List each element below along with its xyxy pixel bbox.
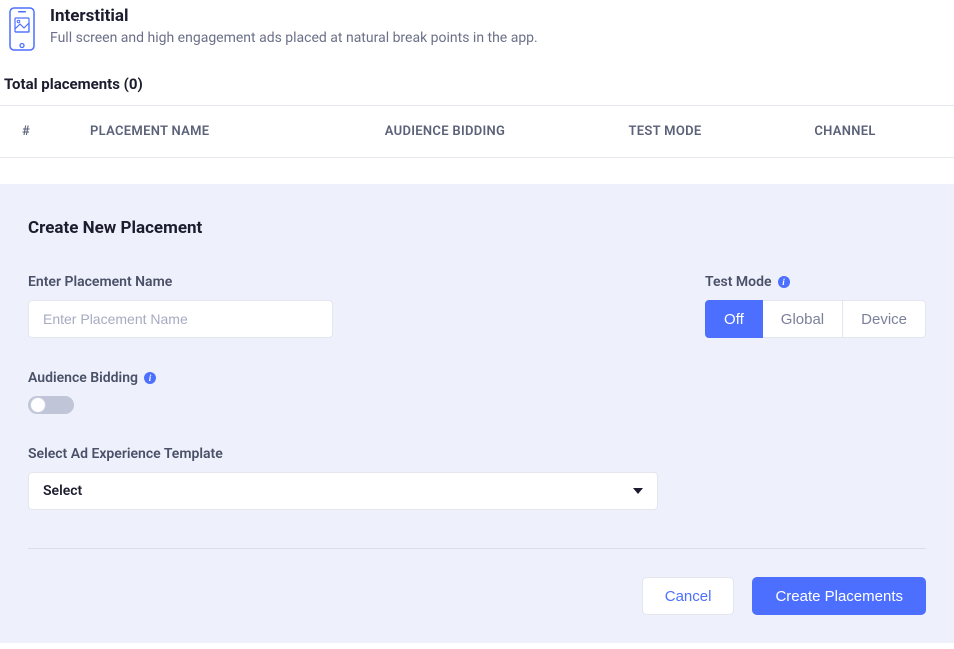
- table-header-row: # PLACEMENT NAME AUDIENCE BIDDING TEST M…: [0, 124, 954, 139]
- test-mode-field-group: Test Mode i Off Global Device: [705, 274, 926, 338]
- test-mode-label-row: Test Mode i: [705, 274, 789, 290]
- template-select[interactable]: Select: [28, 472, 658, 510]
- col-header-name: PLACEMENT NAME: [90, 124, 320, 139]
- audience-bidding-label-row: Audience Bidding i: [28, 370, 926, 386]
- col-header-test: TEST MODE: [570, 124, 760, 139]
- template-field-group: Select Ad Experience Template Select: [28, 446, 926, 510]
- test-mode-global-button[interactable]: Global: [763, 300, 843, 338]
- placements-table: # PLACEMENT NAME AUDIENCE BIDDING TEST M…: [0, 105, 954, 158]
- test-mode-off-button[interactable]: Off: [705, 300, 763, 338]
- total-placements-label: Total placements (0): [0, 51, 954, 105]
- info-icon[interactable]: i: [144, 372, 156, 384]
- audience-bidding-field-group: Audience Bidding i: [28, 370, 926, 414]
- test-mode-segmented-control: Off Global Device: [705, 300, 926, 338]
- page-subtitle: Full screen and high engagement ads plac…: [50, 30, 538, 46]
- audience-bidding-toggle[interactable]: [28, 396, 74, 414]
- form-title: Create New Placement: [28, 218, 926, 238]
- template-select-value: Select: [43, 483, 82, 499]
- test-mode-device-button[interactable]: Device: [843, 300, 926, 338]
- page-title: Interstitial: [50, 6, 538, 26]
- chevron-down-icon: [633, 488, 643, 494]
- toggle-knob: [30, 397, 46, 413]
- col-header-channel: CHANNEL: [760, 124, 930, 139]
- test-mode-label: Test Mode: [705, 274, 771, 290]
- col-header-num: #: [0, 124, 90, 139]
- title-block: Interstitial Full screen and high engage…: [50, 6, 538, 46]
- interstitial-icon: [8, 6, 36, 51]
- create-placement-form: Create New Placement Enter Placement Nam…: [0, 184, 954, 643]
- placement-name-label: Enter Placement Name: [28, 274, 333, 290]
- form-row-top: Enter Placement Name Test Mode i Off Glo…: [28, 274, 926, 338]
- audience-bidding-label: Audience Bidding: [28, 370, 138, 386]
- form-actions: Cancel Create Placements: [28, 577, 926, 615]
- placement-name-field-group: Enter Placement Name: [28, 274, 333, 338]
- create-placements-button[interactable]: Create Placements: [752, 577, 926, 615]
- form-divider: [28, 548, 926, 549]
- col-header-audience: AUDIENCE BIDDING: [320, 124, 570, 139]
- placement-name-input[interactable]: [28, 300, 333, 338]
- page-header: Interstitial Full screen and high engage…: [0, 0, 954, 51]
- cancel-button[interactable]: Cancel: [642, 577, 735, 615]
- template-label: Select Ad Experience Template: [28, 446, 926, 462]
- info-icon[interactable]: i: [778, 276, 790, 288]
